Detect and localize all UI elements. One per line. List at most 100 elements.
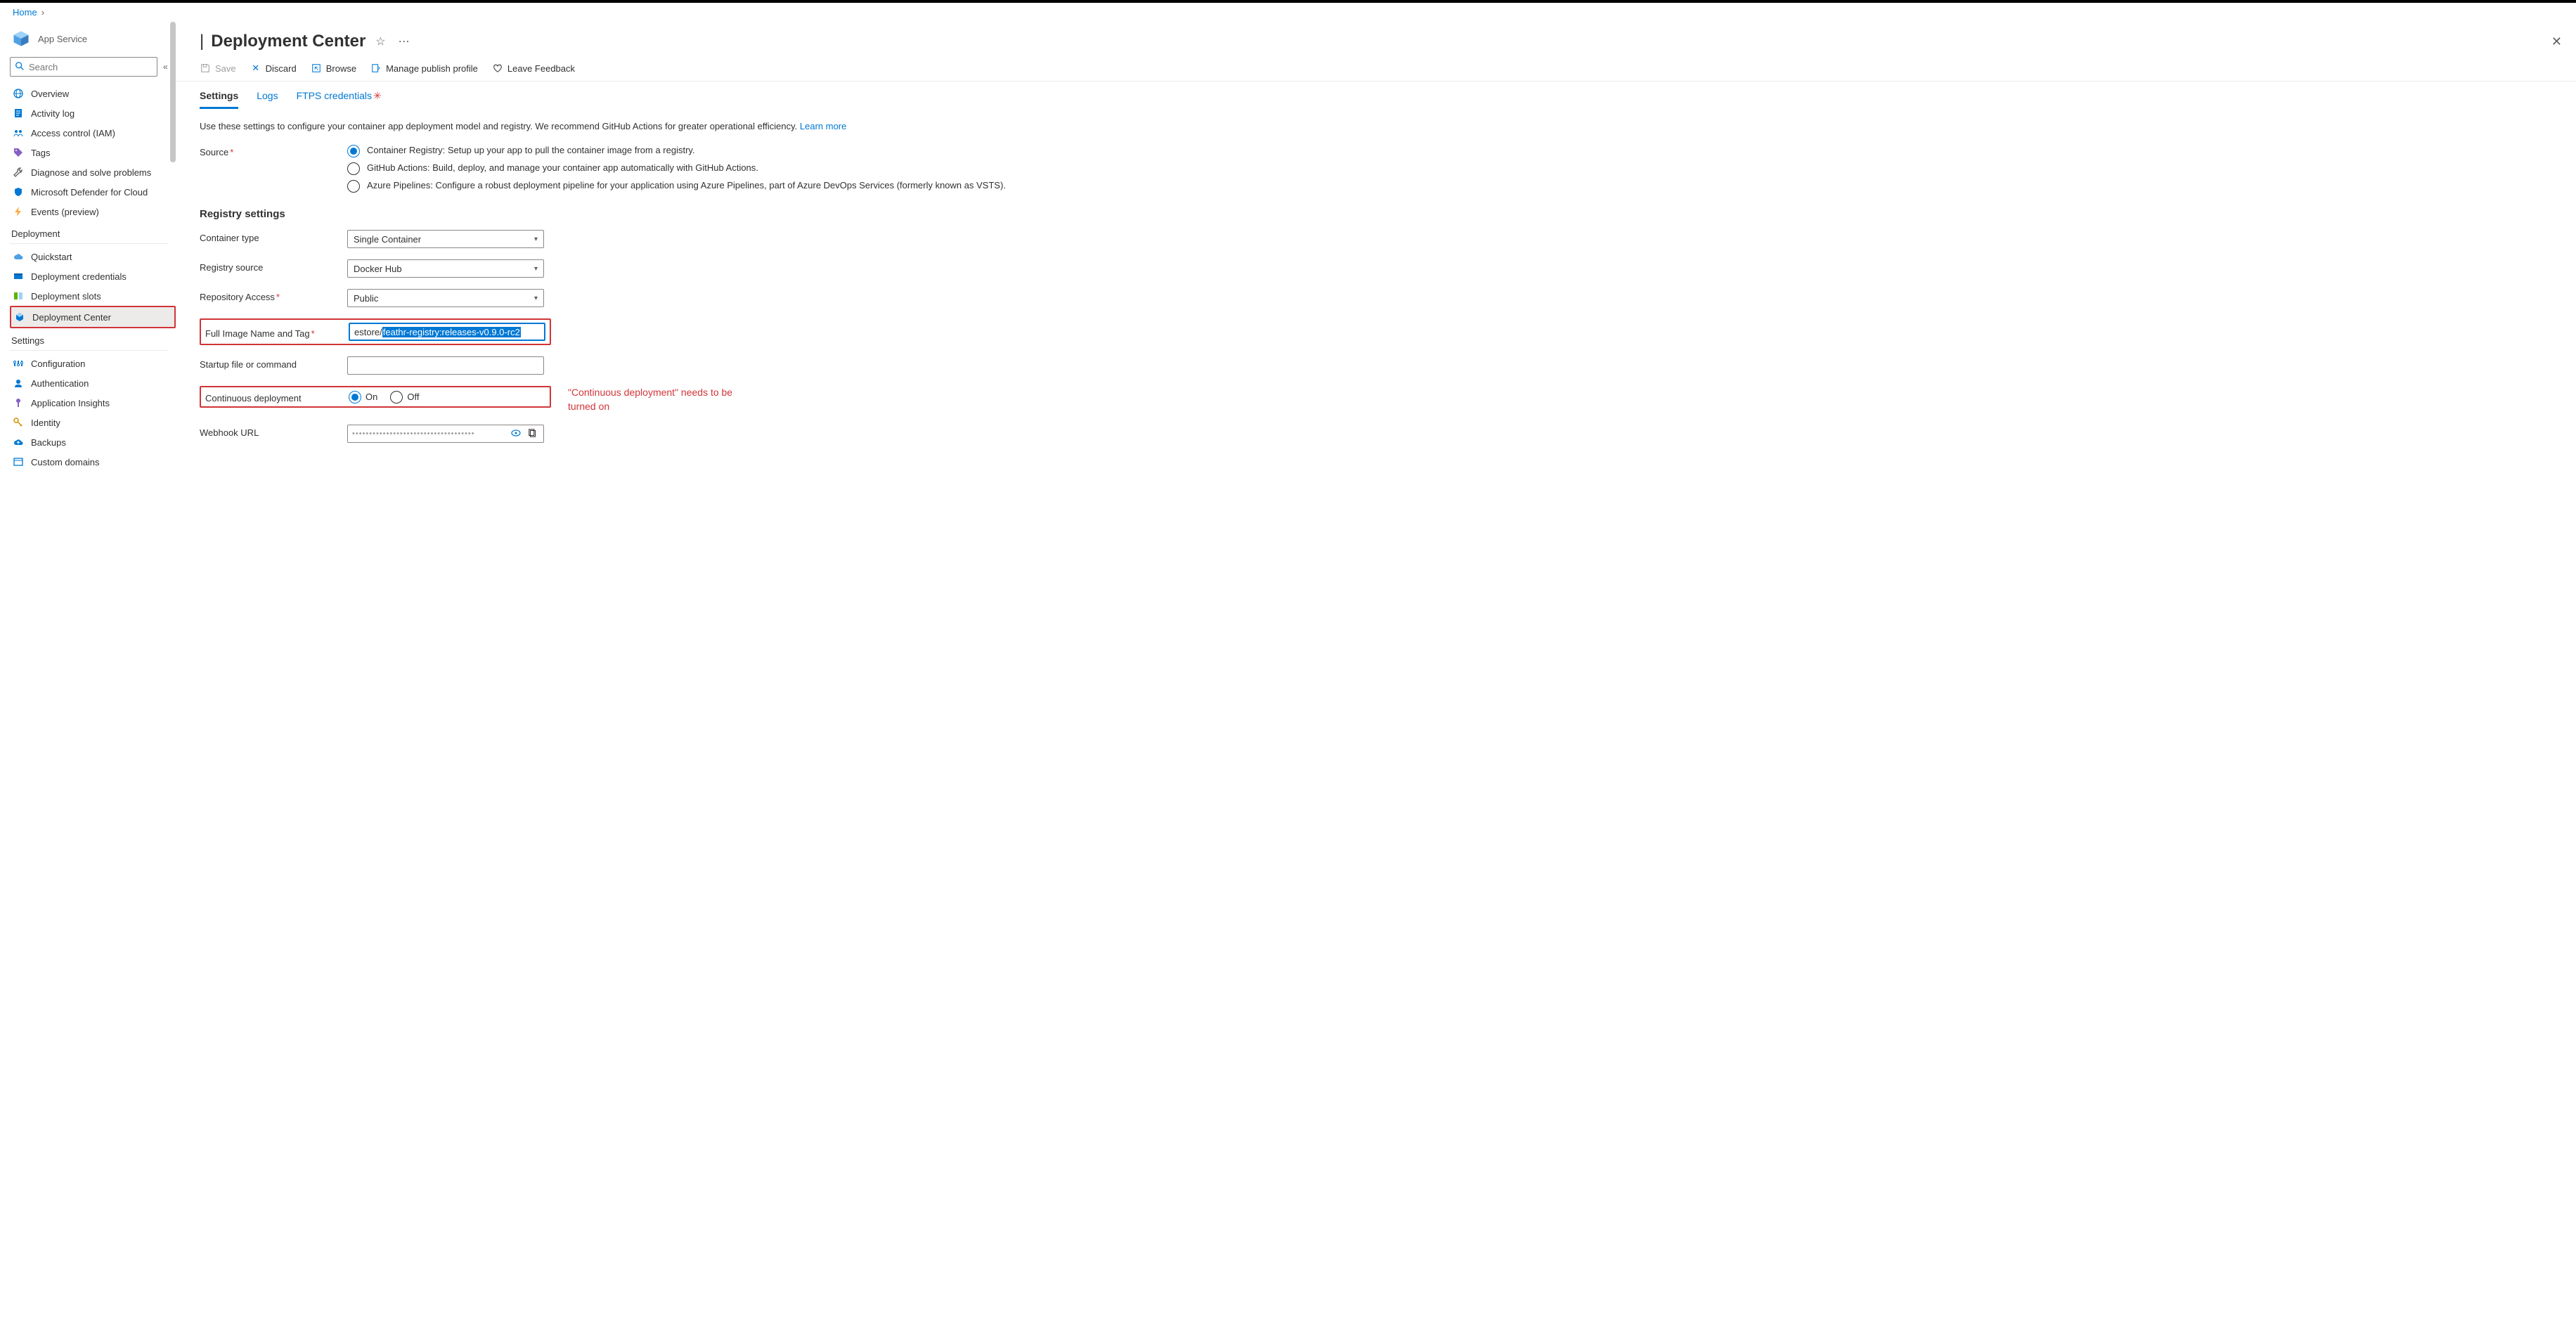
cd-on-label: On: [365, 392, 377, 402]
sidebar-item-label: Identity: [31, 418, 60, 428]
command-bar: Save ✕ Discard Browse Manage publish pro…: [176, 56, 2576, 82]
people-icon: [13, 127, 24, 138]
manage-publish-button[interactable]: Manage publish profile: [370, 63, 478, 74]
save-icon: [200, 63, 211, 74]
copy-icon[interactable]: [526, 428, 539, 440]
tab-ftps-label: FTPS credentials: [297, 90, 372, 101]
manage-label: Manage publish profile: [386, 63, 478, 74]
sidebar-item-custom-domains[interactable]: Custom domains: [10, 452, 176, 472]
sidebar-item-configuration[interactable]: Configuration: [10, 354, 176, 373]
sidebar-item-overview[interactable]: Overview: [10, 84, 176, 103]
breadcrumb-home-link[interactable]: Home: [13, 7, 37, 18]
slots-icon: [13, 290, 24, 302]
source-radio-azure-pipelines[interactable]: [347, 180, 360, 193]
registry-source-label: Registry source: [200, 259, 347, 273]
save-button[interactable]: Save: [200, 63, 236, 74]
browse-icon: [311, 63, 322, 74]
sidebar-item-identity[interactable]: Identity: [10, 413, 176, 432]
resource-header: App Service: [10, 27, 176, 54]
sidebar-item-authentication[interactable]: Authentication: [10, 373, 176, 393]
title-separator: |: [200, 32, 204, 51]
registry-source-value: Docker Hub: [354, 264, 402, 274]
discard-button[interactable]: ✕ Discard: [250, 63, 297, 74]
sidebar: App Service « OverviewActivity logAccess…: [0, 22, 176, 1328]
tab-logs[interactable]: Logs: [257, 90, 278, 109]
sidebar-item-application-insights[interactable]: Application Insights: [10, 393, 176, 413]
sidebar-item-label: Tags: [31, 148, 50, 158]
browse-button[interactable]: Browse: [311, 63, 356, 74]
sidebar-item-deployment-slots[interactable]: Deployment slots: [10, 286, 176, 306]
sidebar-item-activity-log[interactable]: Activity log: [10, 103, 176, 123]
sidebar-item-backups[interactable]: Backups: [10, 432, 176, 452]
sidebar-item-access-control-iam-[interactable]: Access control (IAM): [10, 123, 176, 143]
cred-icon: [13, 271, 24, 282]
cd-radio-off[interactable]: [390, 391, 403, 403]
sidebar-item-label: Deployment slots: [31, 291, 101, 302]
startup-label: Startup file or command: [200, 356, 347, 370]
modified-indicator: ✳: [373, 90, 382, 101]
sidebar-scrollbar[interactable]: [170, 22, 176, 162]
sidebar-search-input[interactable]: [29, 62, 153, 72]
backup-icon: [13, 437, 24, 448]
reveal-icon[interactable]: [510, 427, 522, 441]
close-blade-button[interactable]: ✕: [2551, 34, 2562, 49]
registry-settings-heading: Registry settings: [200, 208, 2559, 220]
full-image-input[interactable]: estore/feathr-registry:releases-v0.9.0-r…: [349, 323, 545, 341]
webhook-label: Webhook URL: [200, 425, 347, 438]
auth-icon: [13, 377, 24, 389]
learn-more-link[interactable]: Learn more: [800, 121, 846, 131]
registry-source-select[interactable]: Docker Hub ▾: [347, 259, 544, 278]
browse-label: Browse: [326, 63, 356, 74]
repo-access-select[interactable]: Public ▾: [347, 289, 544, 307]
feedback-button[interactable]: Leave Feedback: [492, 63, 575, 74]
repo-access-label: Repository Access*: [200, 289, 347, 302]
sidebar-item-quickstart[interactable]: Quickstart: [10, 247, 176, 266]
sidebar-item-diagnose-and-solve-problems[interactable]: Diagnose and solve problems: [10, 162, 176, 182]
heart-icon: [492, 63, 503, 74]
sidebar-item-label: Authentication: [31, 378, 89, 389]
cloud-icon: [13, 251, 24, 262]
sidebar-item-deployment-center[interactable]: Deployment Center: [10, 306, 176, 328]
sidebar-item-label: Deployment credentials: [31, 271, 127, 282]
container-type-select[interactable]: Single Container ▾: [347, 230, 544, 248]
cd-annotation-note: "Continuous deployment" needs to be turn…: [568, 386, 751, 413]
full-image-selected-text: feathr-registry:releases-v0.9.0-rc2: [382, 327, 521, 337]
source-radio-container-registry[interactable]: [347, 145, 360, 157]
discard-icon: ✕: [250, 63, 261, 74]
log-icon: [13, 108, 24, 119]
sidebar-item-tags[interactable]: Tags: [10, 143, 176, 162]
more-menu-button[interactable]: ⋯: [396, 34, 413, 49]
sidebar-item-events-preview-[interactable]: Events (preview): [10, 202, 176, 221]
sidebar-item-label: Deployment Center: [32, 312, 111, 323]
source-radio-github-actions[interactable]: [347, 162, 360, 175]
tag-icon: [13, 147, 24, 158]
sidebar-item-label: Microsoft Defender for Cloud: [31, 187, 148, 198]
insights-icon: [13, 397, 24, 408]
chevron-down-icon: ▾: [534, 265, 538, 273]
globe-icon: [13, 88, 24, 99]
cd-radio-on[interactable]: [349, 391, 361, 403]
page-title: Deployment Center: [211, 32, 365, 51]
favorite-star-button[interactable]: ☆: [373, 34, 388, 49]
app-service-icon: [11, 29, 31, 49]
sidebar-item-label: Quickstart: [31, 252, 72, 262]
sidebar-collapse-button[interactable]: «: [163, 62, 168, 72]
tab-ftps[interactable]: FTPS credentials✳: [297, 90, 382, 109]
sidebar-item-label: Application Insights: [31, 398, 110, 408]
startup-command-input[interactable]: [347, 356, 544, 375]
bolt-icon: [13, 206, 24, 217]
repo-access-value: Public: [354, 293, 378, 304]
sidebar-item-microsoft-defender-for-cloud[interactable]: Microsoft Defender for Cloud: [10, 182, 176, 202]
sidebar-group-deployment: Deployment: [10, 221, 176, 242]
shield-icon: [13, 186, 24, 198]
sidebar-group-settings: Settings: [10, 328, 176, 349]
sidebar-search[interactable]: [10, 57, 157, 77]
resource-subtype: App Service: [38, 34, 87, 44]
sidebar-item-label: Configuration: [31, 359, 85, 369]
tab-settings[interactable]: Settings: [200, 90, 238, 109]
wrench-icon: [13, 167, 24, 178]
sidebar-item-deployment-credentials[interactable]: Deployment credentials: [10, 266, 176, 286]
webhook-url-field[interactable]: ••••••••••••••••••••••••••••••••••••: [347, 425, 544, 443]
webhook-masked-value: ••••••••••••••••••••••••••••••••••••: [352, 430, 505, 438]
breadcrumb: Home ›: [0, 3, 2576, 22]
